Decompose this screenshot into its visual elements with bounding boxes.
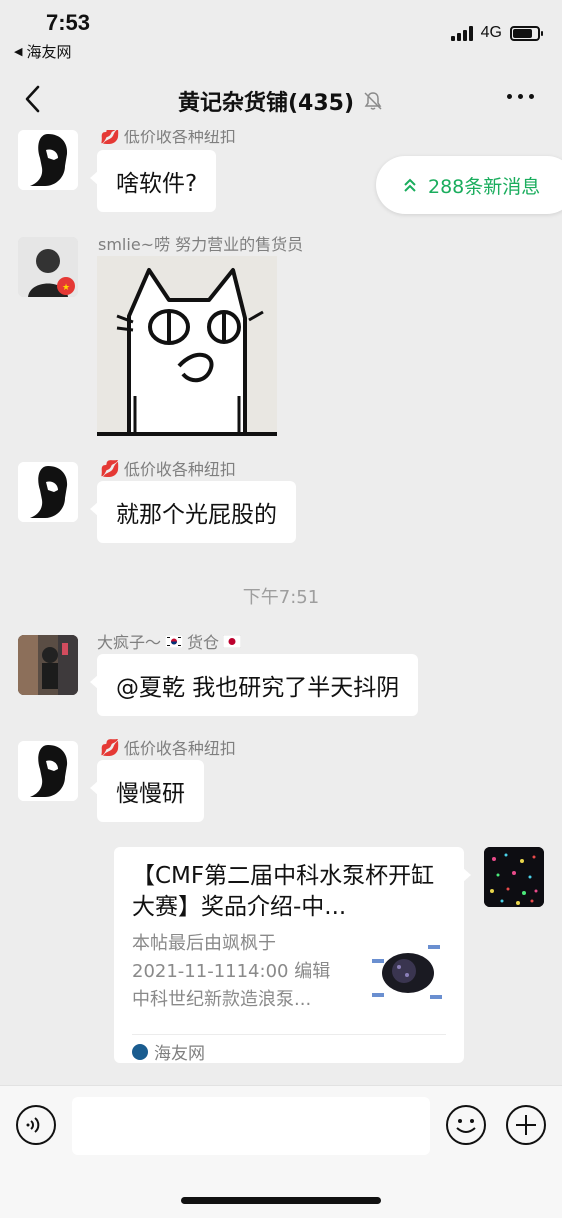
chat-title-text: 黄记杂货铺(435) (177, 91, 355, 116)
new-messages-button[interactable]: 288条新消息 (376, 156, 562, 214)
sticker-image[interactable] (97, 256, 277, 436)
sender-name: 💋 低价收各种纽扣 (100, 737, 236, 759)
card-divider (132, 1034, 446, 1035)
muted-bell-icon (364, 92, 382, 110)
network-type: 4G (480, 24, 502, 41)
back-to-app-link[interactable]: ◀ 海友网 (14, 41, 71, 62)
link-card-title: 【CMF第二届中科水泵杯开缸大赛】奖品介绍-中... (132, 863, 435, 920)
avatar[interactable] (18, 635, 78, 695)
status-bar: 7:53 ◀ 海友网 4G (0, 0, 562, 70)
link-card-thumbnail (368, 937, 448, 1009)
sender-name: 大疯子～ 货仓 (97, 629, 242, 653)
japan-flag-icon (223, 634, 242, 648)
message-text-input[interactable] (72, 1097, 430, 1155)
link-card-description: 本帖最后由飒枫于 2021-11-1114:00 编辑 中科世纪新款造浪泵... (132, 933, 331, 1010)
message-bubble[interactable]: 就那个光屁股的 (90, 481, 296, 543)
svg-text:★: ★ (62, 283, 70, 293)
sender-name: smlie~唠 努力营业的售货员 (98, 235, 304, 254)
message-bubble[interactable]: 啥软件? (89, 150, 217, 212)
link-card-source: 海友网 (132, 1039, 205, 1064)
more-options-icon[interactable] (507, 94, 534, 99)
chat-message-list[interactable]: 💋 低价收各种纽扣 啥软件? ★ smlie~唠 努力营业的售货员 💋 低价收各… (0, 130, 562, 1085)
voice-input-icon[interactable] (15, 1104, 57, 1146)
lips-emoji-icon: 💋 (100, 458, 120, 478)
avatar[interactable]: ★ (18, 237, 78, 297)
message-bubble[interactable]: @夏乾 我也研究了半天抖阴 (89, 654, 419, 716)
home-indicator (181, 1197, 381, 1204)
chat-title: 黄记杂货铺(435) (0, 85, 562, 117)
new-messages-label: 288条新消息 (428, 175, 541, 198)
chat-header: 黄记杂货铺(435) (0, 70, 562, 130)
sender-name: 💋 低价收各种纽扣 (100, 130, 236, 147)
message-bubble[interactable]: 慢慢研 (90, 760, 204, 822)
avatar[interactable] (18, 130, 78, 190)
sender-name: 💋 低价收各种纽扣 (100, 458, 236, 480)
lips-emoji-icon: 💋 (100, 130, 120, 145)
more-functions-plus-icon[interactable] (505, 1104, 547, 1146)
back-app-label: 海友网 (26, 43, 72, 61)
status-indicators: 4G (450, 24, 543, 42)
back-triangle-icon: ◀ (14, 45, 23, 58)
avatar[interactable] (18, 741, 78, 801)
link-card[interactable]: 【CMF第二届中科水泵杯开缸大赛】奖品介绍-中... 本帖最后由飒枫于 2021… (114, 847, 471, 1064)
battery-icon (510, 25, 543, 41)
status-time: 7:53 (46, 10, 91, 35)
my-avatar[interactable] (484, 847, 544, 907)
double-chevron-up-icon (404, 178, 416, 192)
avatar[interactable] (18, 462, 78, 522)
source-logo-icon (132, 1043, 148, 1060)
emoji-icon[interactable] (445, 1104, 487, 1146)
time-separator: 下午7:51 (242, 587, 320, 608)
signal-icon (450, 25, 473, 41)
korea-flag-icon (165, 634, 184, 648)
lips-emoji-icon: 💋 (100, 737, 120, 757)
